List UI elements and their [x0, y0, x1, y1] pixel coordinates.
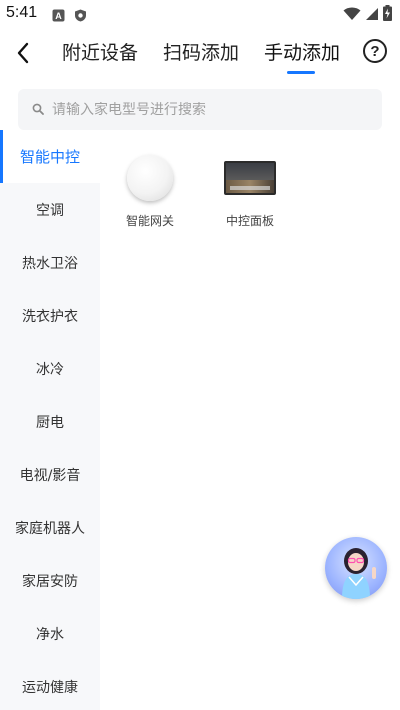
search-box[interactable]: [18, 89, 382, 130]
device-label: 中控面板: [225, 214, 274, 228]
tab-scan-to-add[interactable]: 扫码添加: [163, 38, 239, 65]
back-button[interactable]: [8, 36, 38, 70]
control-panel-icon: [224, 161, 276, 195]
sidebar-item-air-conditioner[interactable]: 空调: [0, 183, 100, 236]
battery-charging-icon: [383, 5, 392, 25]
sidebar-item-water-heater-bath[interactable]: 热水卫浴: [0, 236, 100, 289]
sidebar-item-laundry[interactable]: 洗衣护衣: [0, 289, 100, 342]
sidebar-item-tv-audio[interactable]: 电视/影音: [0, 448, 100, 501]
sidebar-item-home-robot[interactable]: 家庭机器人: [0, 501, 100, 554]
status-bar: 5:41 A: [0, 0, 400, 28]
wifi-icon: [343, 6, 361, 25]
device-card-smart-gateway[interactable]: 智能网关: [110, 154, 190, 229]
device-card-control-panel[interactable]: 中控面板: [210, 154, 290, 229]
sidebar-item-fitness-health[interactable]: 运动健康: [0, 660, 100, 710]
tab-nearby-devices[interactable]: 附近设备: [62, 38, 138, 65]
device-label: 智能网关: [125, 214, 174, 228]
top-nav: 附近设备 扫码添加 手动添加 ?: [0, 28, 400, 80]
sidebar-item-water-purifier[interactable]: 净水: [0, 607, 100, 660]
assistant-figure-icon: [342, 548, 376, 599]
active-tab-indicator: [287, 71, 315, 74]
virtual-assistant-avatar[interactable]: [325, 537, 387, 599]
status-time: 5:41: [6, 4, 38, 21]
signal-icon: [365, 6, 379, 25]
gateway-disc-icon: [127, 155, 173, 201]
a-box-icon: A: [52, 7, 65, 22]
chevron-left-icon: [17, 42, 29, 64]
category-sidebar: 智能中控 空调 热水卫浴 洗衣护衣 冰冷 厨电 电视/影音 家庭机器人 家居安防…: [0, 130, 100, 710]
search-icon: [32, 100, 44, 119]
sidebar-item-home-security[interactable]: 家居安防: [0, 554, 100, 607]
sidebar-item-smart-hub[interactable]: 智能中控: [0, 130, 100, 183]
sidebar-item-refrigeration[interactable]: 冰冷: [0, 342, 100, 395]
search-input[interactable]: [52, 101, 352, 118]
help-button[interactable]: ?: [363, 39, 387, 63]
help-icon: ?: [370, 42, 380, 60]
tab-manual-add[interactable]: 手动添加: [264, 38, 340, 65]
svg-text:A: A: [55, 11, 62, 21]
shield-icon: [74, 7, 87, 22]
sidebar-item-kitchen-appliances[interactable]: 厨电: [0, 395, 100, 448]
